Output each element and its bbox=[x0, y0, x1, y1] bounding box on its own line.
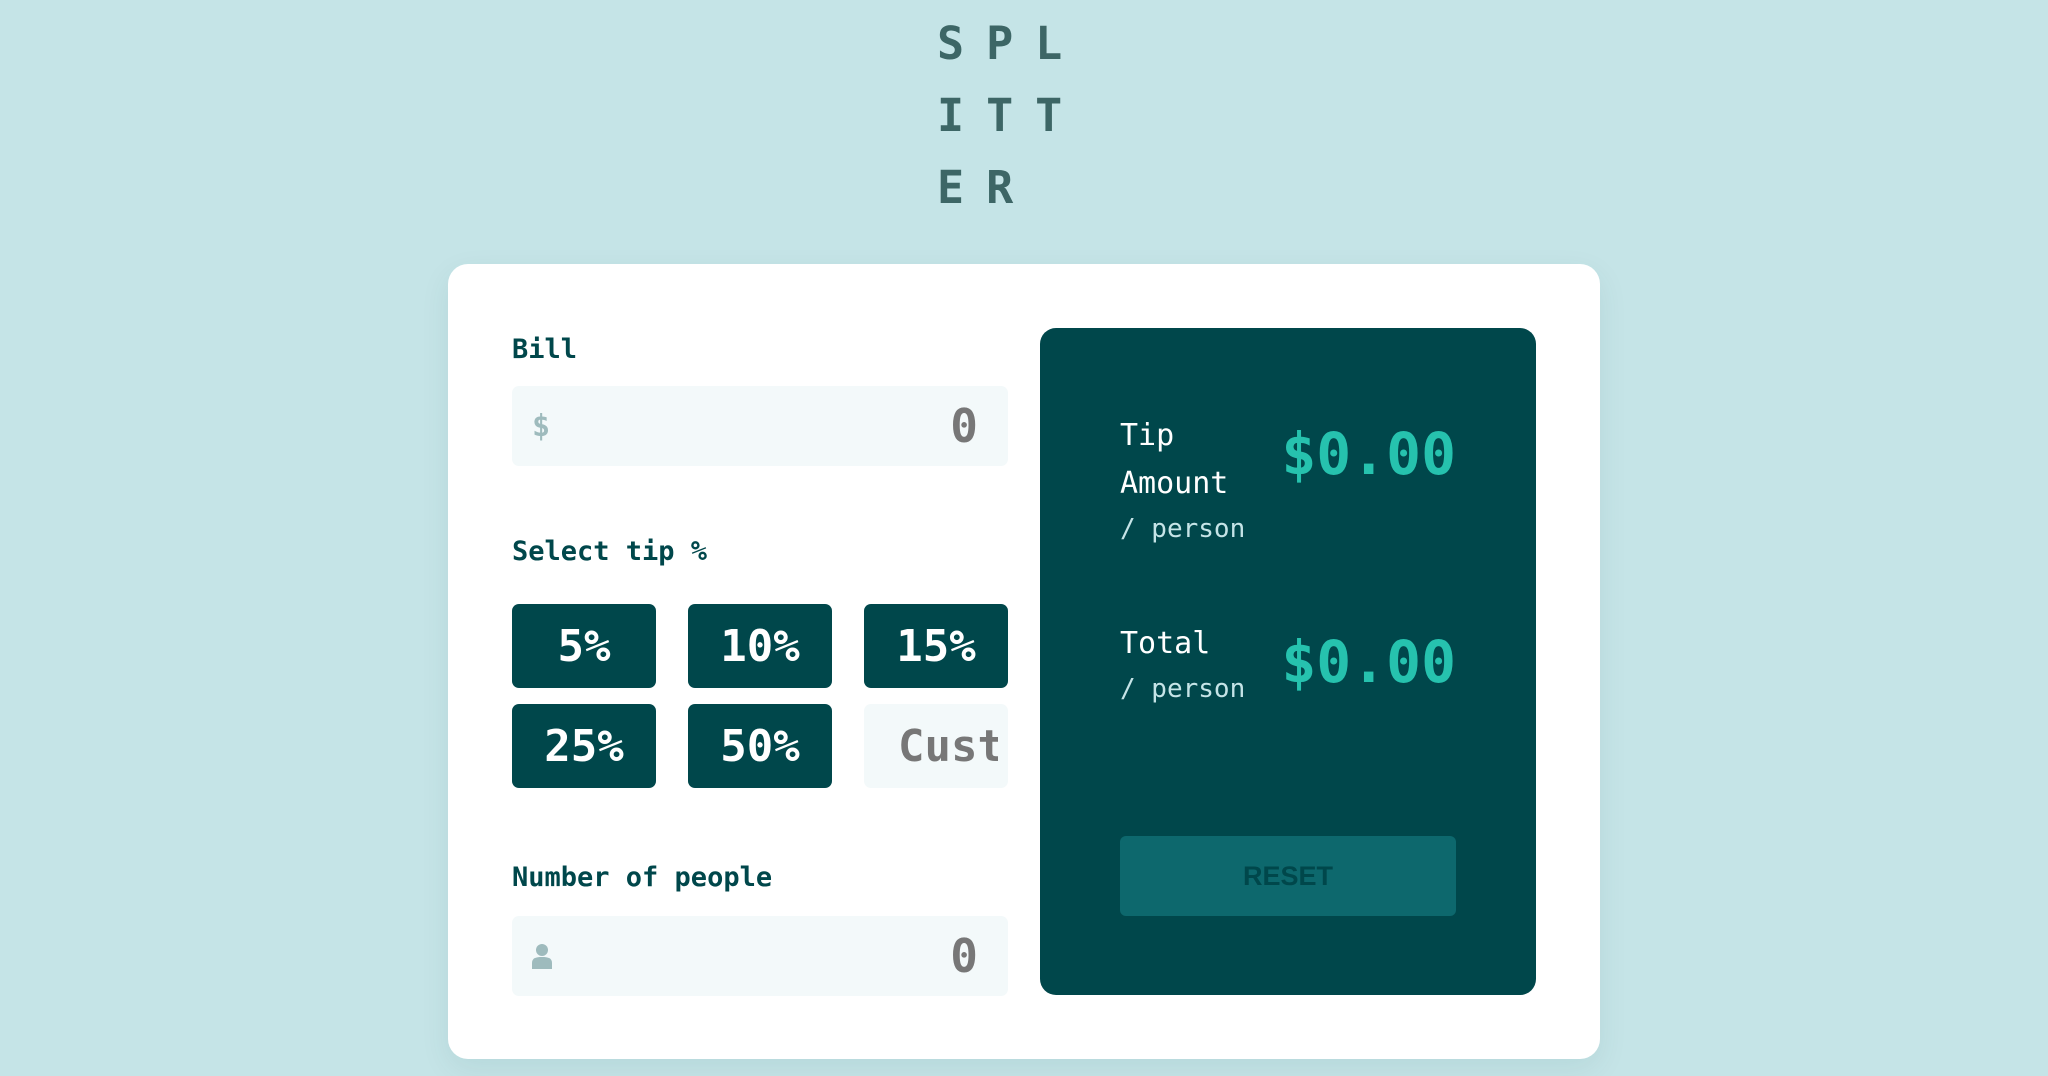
tip-amount-label-line1: Tip bbox=[1120, 418, 1175, 453]
custom-tip-input[interactable] bbox=[898, 720, 998, 772]
tip-amount-label-line2: Amount bbox=[1120, 466, 1229, 501]
bill-label: Bill bbox=[512, 334, 578, 365]
total-label: Total bbox=[1120, 626, 1211, 661]
people-field[interactable] bbox=[512, 916, 1008, 996]
people-label: Number of people bbox=[512, 862, 773, 893]
tip-amount-per-person: / person bbox=[1120, 514, 1246, 544]
bill-field[interactable]: $ bbox=[512, 386, 1008, 466]
app-logo: SPLITTER bbox=[937, 17, 1085, 214]
custom-tip-field[interactable] bbox=[864, 704, 1008, 788]
calculator-card: Bill $ Select tip % 5% 10% 15% 25% 50% N… bbox=[448, 264, 1600, 1059]
bill-input[interactable] bbox=[582, 386, 978, 466]
tip-button-5[interactable]: 5% bbox=[512, 604, 656, 688]
result-panel: Tip Amount / person $0.00 Total / person… bbox=[1040, 328, 1536, 995]
reset-button[interactable]: RESET bbox=[1120, 836, 1456, 916]
tip-label: Select tip % bbox=[512, 536, 708, 567]
tip-amount-value: $0.00 bbox=[1281, 420, 1456, 488]
person-icon bbox=[532, 916, 552, 996]
people-input[interactable] bbox=[582, 916, 978, 996]
total-per-person: / person bbox=[1120, 674, 1246, 704]
tip-button-25[interactable]: 25% bbox=[512, 704, 656, 788]
tip-button-15[interactable]: 15% bbox=[864, 604, 1008, 688]
tip-button-10[interactable]: 10% bbox=[688, 604, 832, 688]
total-value: $0.00 bbox=[1281, 628, 1456, 696]
tip-button-50[interactable]: 50% bbox=[688, 704, 832, 788]
dollar-icon: $ bbox=[532, 408, 551, 444]
tip-amount-label: Tip Amount bbox=[1120, 412, 1228, 508]
